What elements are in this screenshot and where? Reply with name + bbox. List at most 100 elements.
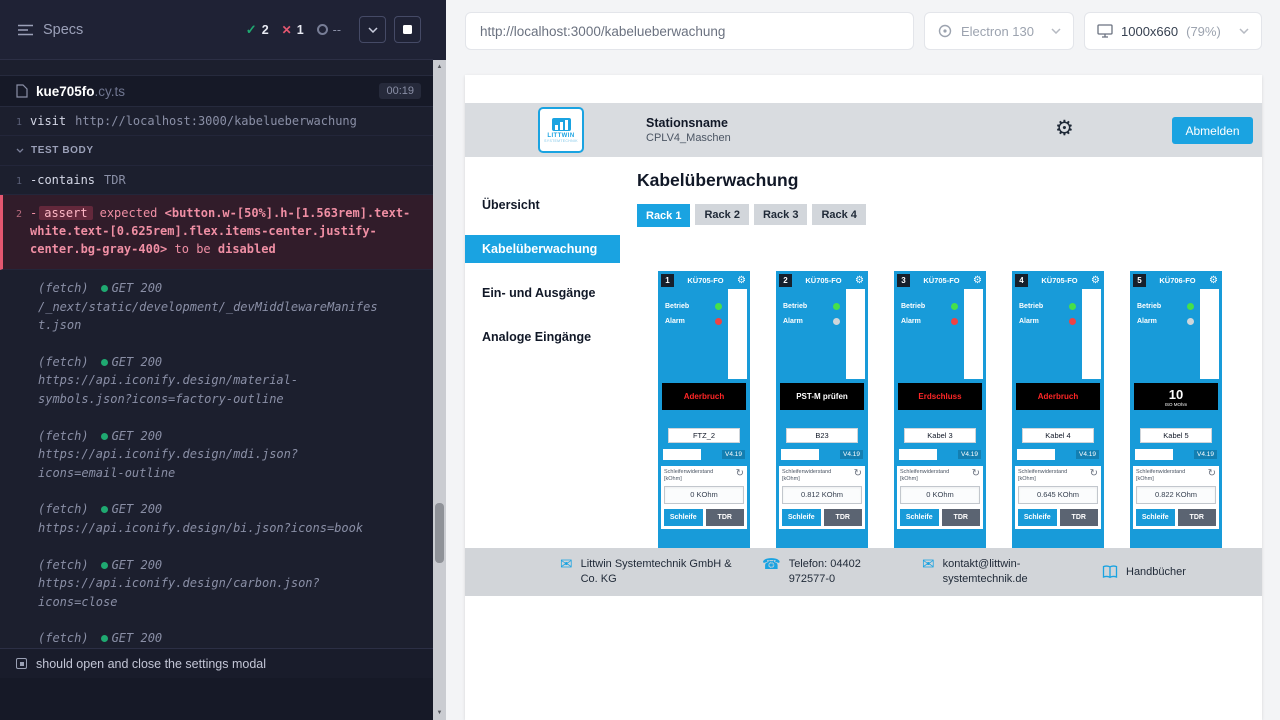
refresh-icon[interactable]: ↻ bbox=[1208, 469, 1216, 479]
schleife-button[interactable]: Schleife bbox=[782, 509, 821, 526]
nav-item-uebersicht[interactable]: Übersicht bbox=[465, 183, 620, 227]
stop-button[interactable] bbox=[394, 16, 421, 43]
littwin-logo: LITTWIN SYSTEMTECHNIK bbox=[538, 107, 584, 153]
cypress-reporter: Specs ✓2 ✕1 -- bbox=[0, 0, 433, 720]
version-display bbox=[781, 449, 819, 460]
firmware-version: V4.19 bbox=[958, 450, 981, 459]
specs-menu-icon[interactable] bbox=[18, 24, 33, 36]
device-display bbox=[846, 289, 865, 379]
scroll-down-arrow[interactable]: ▼ bbox=[437, 706, 443, 720]
device-display bbox=[1200, 289, 1219, 379]
scrollbar-thumb[interactable] bbox=[435, 503, 444, 563]
nav-item-analoge-eingaenge[interactable]: Analoge Eingänge bbox=[465, 315, 620, 359]
fetch-log-entry[interactable]: (fetch)GET 200 /_next/static/development… bbox=[0, 270, 433, 344]
logout-button[interactable]: Abmelden bbox=[1172, 117, 1253, 144]
tab-rack-2[interactable]: Rack 2 bbox=[695, 204, 748, 225]
success-dot-icon bbox=[101, 359, 108, 366]
resistance-panel: Schleifenwiderstand [kOhm]↻ 0.645 KOhm S… bbox=[1015, 466, 1101, 529]
refresh-icon[interactable]: ↻ bbox=[972, 469, 980, 479]
device-card: 1 KÜ705-FO ⚙ Betrieb Alarm bbox=[658, 271, 750, 571]
tdr-button[interactable]: TDR bbox=[824, 509, 863, 526]
reporter-scrollbar[interactable]: ▲ ▼ bbox=[433, 0, 446, 720]
spec-name: kue705fo.cy.ts bbox=[36, 84, 371, 99]
command-visit[interactable]: 1 visit http://localhost:3000/kabelueber… bbox=[0, 107, 433, 136]
firmware-version: V4.19 bbox=[1076, 450, 1099, 459]
scroll-up-arrow[interactable]: ▲ bbox=[437, 60, 443, 74]
command-log: 1 visit http://localhost:3000/kabelueber… bbox=[0, 107, 433, 648]
electron-icon bbox=[937, 23, 953, 39]
footer-company: ✉ Littwin Systemtechnik GmbH & Co. KG bbox=[560, 557, 732, 587]
fetch-log-entry[interactable]: (fetch)GET 200 https://api.iconify.desig… bbox=[0, 344, 433, 418]
resistance-value[interactable]: 0 KOhm bbox=[900, 486, 980, 504]
nav-item-kabelueberwachung[interactable]: Kabelüberwachung bbox=[465, 235, 620, 263]
browser-select[interactable]: Electron 130 bbox=[924, 12, 1074, 50]
refresh-icon[interactable]: ↻ bbox=[1090, 469, 1098, 479]
tdr-button[interactable]: TDR bbox=[706, 509, 745, 526]
passed-stat: ✓2 bbox=[246, 22, 269, 38]
screen: Specs ✓2 ✕1 -- bbox=[0, 0, 1280, 720]
resistance-value[interactable]: 0.645 KOhm bbox=[1018, 486, 1098, 504]
schleife-button[interactable]: Schleife bbox=[664, 509, 703, 526]
url-input[interactable]: http://localhost:3000/kabelueberwachung bbox=[465, 12, 914, 50]
betrieb-led bbox=[715, 303, 722, 310]
refresh-icon[interactable]: ↻ bbox=[854, 469, 862, 479]
settings-gear-icon[interactable]: ⚙ bbox=[1055, 118, 1074, 139]
device-display bbox=[964, 289, 983, 379]
schleife-button[interactable]: Schleife bbox=[1018, 509, 1057, 526]
device-gear-icon[interactable]: ⚙ bbox=[1209, 276, 1218, 286]
app-under-test: LITTWIN SYSTEMTECHNIK Stationsname CPLV4… bbox=[465, 75, 1262, 720]
cable-name: FTZ_2 bbox=[668, 428, 740, 443]
status-display: Aderbruch bbox=[1016, 383, 1100, 410]
resistance-value[interactable]: 0 KOhm bbox=[664, 486, 744, 504]
device-gear-icon[interactable]: ⚙ bbox=[973, 276, 982, 286]
tab-rack-3[interactable]: Rack 3 bbox=[754, 204, 807, 225]
alarm-led bbox=[1187, 318, 1194, 325]
resistance-value[interactable]: 0.812 KOhm bbox=[782, 486, 862, 504]
tab-rack-4[interactable]: Rack 4 bbox=[812, 204, 865, 225]
tdr-button[interactable]: TDR bbox=[1178, 509, 1217, 526]
chevron-down-icon bbox=[16, 148, 24, 153]
tdr-button[interactable]: TDR bbox=[1060, 509, 1099, 526]
next-test-row[interactable]: should open and close the settings modal bbox=[0, 648, 433, 678]
pending-stat: -- bbox=[317, 23, 341, 37]
cable-name: B23 bbox=[786, 428, 858, 443]
device-gear-icon[interactable]: ⚙ bbox=[855, 276, 864, 286]
viewport-select[interactable]: 1000x660 (79%) bbox=[1084, 12, 1262, 50]
nav-item-ein-und-ausgaenge[interactable]: Ein- und Ausgänge bbox=[465, 271, 620, 315]
command-contains[interactable]: 1 -contains TDR bbox=[0, 166, 433, 195]
test-body-section[interactable]: TEST BODY bbox=[0, 136, 433, 166]
device-gear-icon[interactable]: ⚙ bbox=[1091, 276, 1100, 286]
app-top-strip bbox=[465, 75, 1262, 103]
resistance-panel: Schleifenwiderstand [kOhm]↻ 0.812 KOhm S… bbox=[779, 466, 865, 529]
device-gear-icon[interactable]: ⚙ bbox=[737, 276, 746, 286]
footer-manuals[interactable]: Handbücher bbox=[1102, 565, 1186, 580]
fetch-log-entry[interactable]: (fetch)GET 200 https://api.iconify.desig… bbox=[0, 418, 433, 492]
schleife-button[interactable]: Schleife bbox=[900, 509, 939, 526]
collapse-button[interactable] bbox=[359, 16, 386, 43]
fetch-log-entry[interactable]: (fetch)GET 200 https://api.iconify.desig… bbox=[0, 491, 433, 546]
fetch-log-entry[interactable]: (fetch)GET 200 https://api.iconify.desig… bbox=[0, 620, 433, 648]
betrieb-led bbox=[1069, 303, 1076, 310]
status-display: PST-M prüfen bbox=[780, 383, 864, 410]
specs-label[interactable]: Specs bbox=[43, 22, 83, 38]
rack-tabs: Rack 1 Rack 2 Rack 3 Rack 4 bbox=[637, 204, 1262, 227]
version-display bbox=[1017, 449, 1055, 460]
mail-icon: ✉ bbox=[922, 557, 935, 572]
alarm-led bbox=[833, 318, 840, 325]
command-assert-failed[interactable]: 2 -assertexpected <button.w-[50%].h-[1.5… bbox=[0, 195, 433, 270]
check-icon: ✓ bbox=[246, 22, 257, 38]
firmware-version: V4.19 bbox=[840, 450, 863, 459]
resistance-value[interactable]: 0.822 KOhm bbox=[1136, 486, 1216, 504]
tdr-button[interactable]: TDR bbox=[942, 509, 981, 526]
success-dot-icon bbox=[101, 562, 108, 569]
fetch-log-entry[interactable]: (fetch)GET 200 https://api.iconify.desig… bbox=[0, 547, 433, 621]
status-display: Aderbruch bbox=[662, 383, 746, 410]
refresh-icon[interactable]: ↻ bbox=[736, 469, 744, 479]
cable-name: Kabel 3 bbox=[904, 428, 976, 443]
footer-email[interactable]: ✉ kontakt@littwin-systemtechnik.de bbox=[922, 557, 1024, 587]
spec-header[interactable]: kue705fo.cy.ts 00:19 bbox=[0, 75, 433, 107]
runner-toolbar: http://localhost:3000/kabelueberwachung … bbox=[446, 0, 1280, 62]
tab-rack-1[interactable]: Rack 1 bbox=[637, 204, 690, 227]
schleife-button[interactable]: Schleife bbox=[1136, 509, 1175, 526]
status-display: Erdschluss bbox=[898, 383, 982, 410]
